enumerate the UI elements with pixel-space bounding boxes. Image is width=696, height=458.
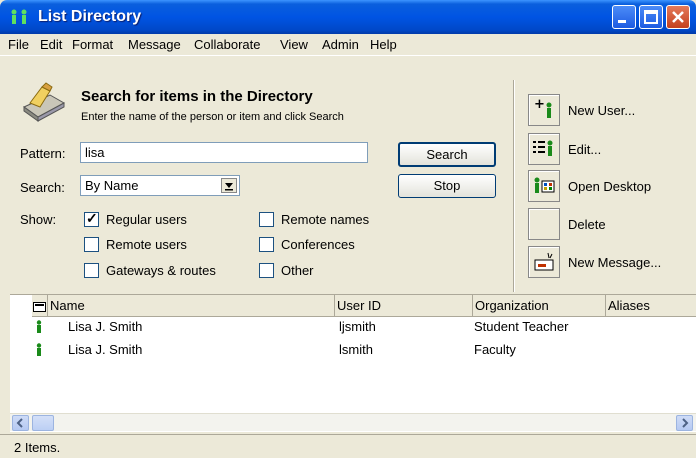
scroll-right-button[interactable] <box>676 415 693 431</box>
users-icon <box>11 9 27 24</box>
checkbox-other[interactable] <box>259 263 274 278</box>
menu-admin[interactable]: Admin <box>322 37 359 52</box>
open-desktop-icon <box>534 177 555 193</box>
cell-name: Lisa J. Smith <box>68 342 143 357</box>
menu-bar: File Edit Format Message Collaborate Vie… <box>0 34 696 56</box>
scroll-thumb[interactable] <box>32 415 54 431</box>
checkbox-gateways-routes[interactable] <box>84 263 99 278</box>
maximize-icon <box>644 10 658 24</box>
search-button[interactable]: Search <box>398 142 496 167</box>
chevron-down-icon <box>225 183 233 191</box>
title-bar[interactable]: List Directory <box>0 0 696 34</box>
new-user-icon: + <box>534 97 552 118</box>
close-icon <box>672 11 684 23</box>
edit-user-button[interactable] <box>528 133 560 165</box>
checkbox-label-gateways-routes: Gateways & routes <box>106 263 216 278</box>
col-user-id[interactable]: User ID <box>335 295 473 317</box>
menu-edit[interactable]: Edit <box>40 37 62 52</box>
checkbox-label-remote-names: Remote names <box>281 212 370 227</box>
table-row[interactable]: Lisa J. Smith ljsmith Student Teacher <box>10 317 696 337</box>
search-type-value: By Name <box>85 178 139 193</box>
cell-organization: Student Teacher <box>474 319 569 334</box>
menu-collaborate[interactable]: Collaborate <box>194 37 261 52</box>
dropdown-arrow[interactable] <box>221 178 237 193</box>
horizontal-scrollbar[interactable] <box>10 413 696 431</box>
checkbox-conferences[interactable] <box>259 237 274 252</box>
new-message-label[interactable]: New Message... <box>568 255 661 270</box>
header-subtitle: Enter the name of the person or item and… <box>81 111 344 123</box>
col-name[interactable]: Name <box>48 295 335 317</box>
menu-message[interactable]: Message <box>128 37 181 52</box>
search-type-select[interactable]: By Name <box>80 175 240 196</box>
open-desktop-button[interactable] <box>528 170 560 202</box>
table-row[interactable]: Lisa J. Smith lsmith Faculty <box>10 340 696 360</box>
checkbox-remote-names[interactable] <box>259 212 274 227</box>
checkbox-label-other: Other <box>281 263 314 278</box>
pattern-label: Pattern: <box>20 146 66 161</box>
cell-user-id: lsmith <box>339 342 373 357</box>
message-icon <box>33 302 46 312</box>
checkbox-remote-users[interactable] <box>84 237 99 252</box>
user-icon <box>36 343 42 356</box>
stop-button[interactable]: Stop <box>398 174 496 198</box>
results-list[interactable]: Name User ID Organization Aliases Lisa J… <box>10 294 696 432</box>
header-title: Search for items in the Directory <box>81 88 313 105</box>
pattern-input[interactable]: lisa <box>80 142 368 163</box>
user-icon <box>36 320 42 333</box>
col-type[interactable] <box>32 295 48 317</box>
delete-button[interactable] <box>528 208 560 240</box>
chevron-left-icon <box>16 418 23 428</box>
cell-name: Lisa J. Smith <box>68 319 143 334</box>
edit-user-icon <box>533 140 553 156</box>
scroll-left-button[interactable] <box>12 415 29 431</box>
menu-view[interactable]: View <box>280 37 308 52</box>
close-button[interactable] <box>666 5 690 29</box>
list-directory-window: List Directory File Edit Format Message … <box>0 0 696 458</box>
menu-help[interactable]: Help <box>370 37 397 52</box>
checkbox-regular-users[interactable] <box>84 210 99 227</box>
menu-format[interactable]: Format <box>72 37 113 52</box>
checkbox-label-remote-users: Remote users <box>106 237 187 252</box>
col-organization[interactable]: Organization <box>473 295 606 317</box>
checkbox-label-conferences: Conferences <box>281 237 355 252</box>
edit-label[interactable]: Edit... <box>568 142 601 157</box>
cell-user-id: ljsmith <box>339 319 376 334</box>
window-title: List Directory <box>38 8 142 25</box>
panel-divider <box>513 80 515 292</box>
show-label: Show: <box>20 212 57 227</box>
chevron-right-icon <box>682 418 689 428</box>
maximize-button[interactable] <box>639 5 663 29</box>
minimize-icon <box>618 20 626 23</box>
status-bar: 2 Items. <box>0 434 696 458</box>
new-user-label[interactable]: New User... <box>568 103 635 118</box>
col-aliases[interactable]: Aliases <box>606 295 696 317</box>
new-message-button[interactable] <box>528 246 560 278</box>
new-message-icon <box>534 252 554 271</box>
open-desktop-label[interactable]: Open Desktop <box>568 179 651 194</box>
search-label: Search: <box>20 180 65 195</box>
checkbox-label-regular-users: Regular users <box>106 212 187 227</box>
new-user-button[interactable]: + <box>528 94 560 126</box>
directory-book-icon <box>23 82 66 122</box>
delete-label[interactable]: Delete <box>568 217 606 232</box>
pattern-value: lisa <box>85 145 105 160</box>
menu-file[interactable]: File <box>8 37 29 52</box>
svg-text:+: + <box>534 97 545 112</box>
cell-organization: Faculty <box>474 342 516 357</box>
minimize-button[interactable] <box>612 5 636 29</box>
status-text: 2 Items. <box>14 440 61 455</box>
